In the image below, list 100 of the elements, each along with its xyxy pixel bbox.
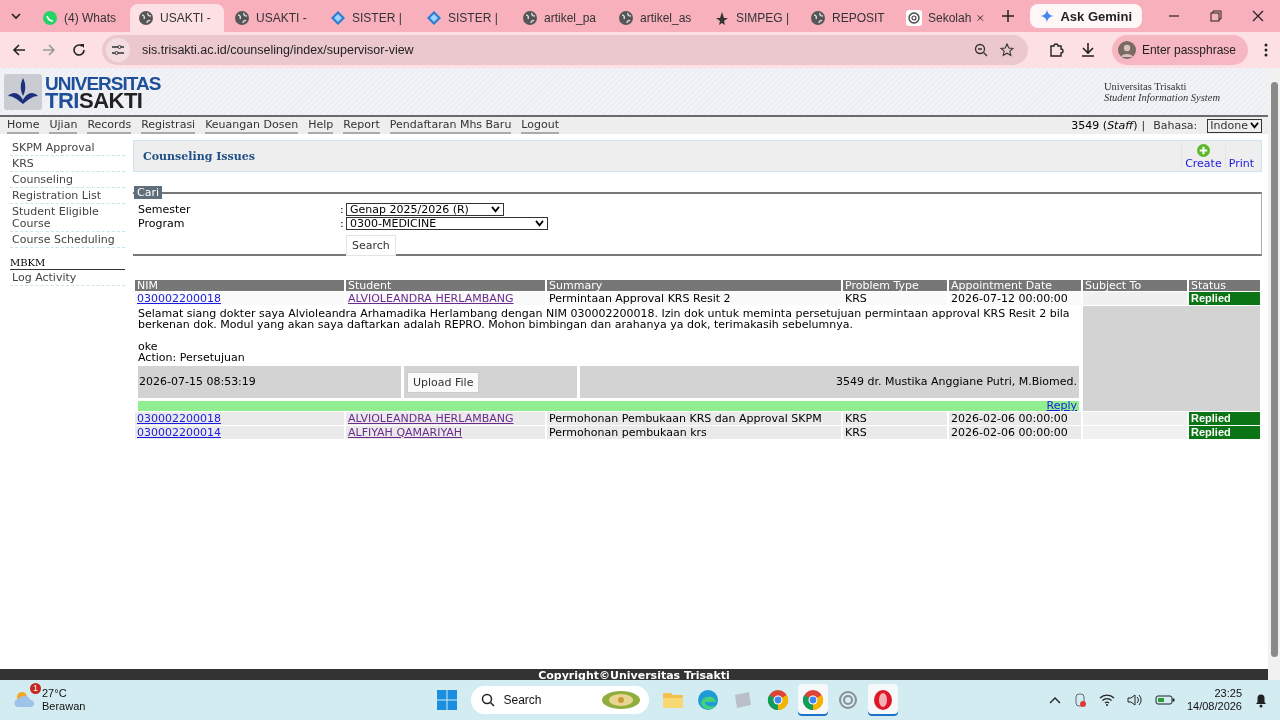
sidebar-item[interactable]: Course Scheduling [10,232,125,248]
restore-icon[interactable] [1210,10,1222,22]
organization-name: Universitas Trisakti [1103,80,1188,92]
tab-list-icon[interactable] [10,10,22,22]
browser-tab[interactable]: SISTER | [322,4,416,32]
browser-tab[interactable]: SISTER | [418,4,512,32]
user-info: 3549 (Staff) [1071,119,1138,132]
bookmark-star-icon[interactable] [999,43,1014,57]
taskbar-search[interactable]: Search [471,686,650,714]
action-link[interactable]: Create [1181,142,1225,170]
column-header: Status [1189,280,1260,291]
status-badge: Replied [1189,426,1260,439]
sidebar-item[interactable]: Student Eligible Course [10,204,125,232]
sidebar-item[interactable]: Log Activity [10,270,125,286]
browser-tab[interactable]: artikel_pa [514,4,608,32]
colon-text: : [340,216,345,230]
search-button[interactable]: Search [346,234,396,256]
action-text: Action: Persetujuan [138,352,246,364]
form-legend: Cari [134,186,162,199]
upload-file-button[interactable]: Upload File [407,371,480,393]
browser-tab[interactable]: artikel_as [610,4,704,32]
taskbar-app[interactable] [798,684,829,716]
zoom-icon[interactable] [973,43,988,57]
table-cell: 2026-02-06 00:00:00 [949,412,1081,425]
column-header: Student [346,280,545,291]
clock[interactable]: 23:25 14/08/2026 [1186,687,1242,713]
dropdown-caret-icon [535,219,544,227]
address-bar[interactable]: sis.trisakti.ac.id/counseling/index/supervisor-view [102,35,1028,65]
status-badge: Replied [1189,412,1260,425]
nav-link[interactable]: Registrasi [141,117,196,134]
select-field[interactable]: Genap 2025/2026 (R) [346,202,504,216]
globe-icon [522,10,538,26]
dropdown-caret-icon [1250,122,1259,129]
plus-icon [1196,144,1210,157]
nav-link[interactable]: Ujian [49,117,78,134]
table-cell: 2026-02-06 00:00:00 [949,426,1081,439]
close-icon[interactable] [1252,10,1264,22]
search-icon [481,693,496,707]
select-field[interactable]: 0300-MEDICINE [346,216,548,230]
table-cell: KRS [843,292,947,305]
profile-button[interactable]: Enter passphrase [1111,35,1248,65]
sidebar-item[interactable]: Registration List [10,188,125,204]
download-icon[interactable] [1079,42,1096,58]
sidebar-item[interactable]: KRS [10,156,125,172]
wifi-icon[interactable] [1098,694,1115,706]
status-badge: Replied [1189,292,1260,305]
taskbar-app[interactable] [868,684,899,716]
battery-icon[interactable] [1154,694,1175,706]
notification-bell-icon[interactable] [1254,692,1268,708]
nav-link[interactable]: Records [87,117,132,134]
field-label: Program [138,216,186,230]
column-header: NIM [135,280,344,291]
reply-link[interactable]: Reply [1046,399,1077,412]
page-title: Counseling Issues [143,149,255,163]
ask-gemini-button[interactable]: Ask Gemini [1030,4,1142,28]
browser-tab[interactable]: USAKTI - [130,4,224,32]
nav-link[interactable]: Pendaftaran Mhs Baru [389,117,512,134]
language-select[interactable]: Indone [1207,118,1262,133]
scrollbar[interactable] [1268,68,1280,680]
column-header: Appointment Date [949,280,1081,291]
device-icon[interactable] [1072,692,1087,708]
globe-icon [618,10,634,26]
back-icon[interactable] [12,43,26,57]
site-settings-icon[interactable] [106,38,130,62]
diamond-icon [330,10,346,26]
browser-tab[interactable]: USAKTI - [226,4,320,32]
browser-tab[interactable]: SIMPEG | [706,4,800,32]
search-highlight-icon [601,690,642,710]
nav-link[interactable]: Keuangan Dosen [205,117,299,134]
close-icon[interactable] [977,13,984,23]
separator-text: | [1141,119,1146,132]
column-header: Problem Type [843,280,947,291]
globe-icon [234,10,250,26]
sidebar-item[interactable]: SKPM Approval [10,140,125,156]
nav-link[interactable]: Logout [521,117,560,134]
diamond-icon [426,10,442,26]
dropdown-caret-icon [491,205,500,213]
more-menu-icon[interactable] [1264,43,1268,57]
globe-icon [810,10,826,26]
browser-tab[interactable]: REPOSIT [802,4,896,32]
chevron-up-icon[interactable] [1048,696,1061,704]
browser-tab[interactable]: (4) Whats [34,4,128,32]
browser-tab[interactable]: Sekolah [898,4,992,32]
temperature-text: 27°C [42,687,68,700]
reload-icon[interactable] [72,43,86,57]
table-cell: KRS [843,426,947,439]
column-header: Subject To [1083,280,1187,291]
timestamp-cell: 2026-07-15 08:53:19 [138,366,401,398]
field-label: Semester [138,202,192,216]
speaker-icon[interactable] [1126,693,1143,707]
new-tab-icon[interactable] [1002,10,1014,22]
university-emblem-icon [4,73,42,110]
action-link[interactable]: Print [1224,142,1257,170]
nav-link[interactable]: Help [308,117,334,134]
nav-link[interactable]: Report [343,117,380,134]
sidebar-heading: MBKM [10,257,125,270]
globe-icon [138,10,154,26]
extensions-icon[interactable] [1047,42,1064,58]
nav-link[interactable]: Home [7,117,40,134]
sidebar-item[interactable]: Counseling [10,172,125,188]
